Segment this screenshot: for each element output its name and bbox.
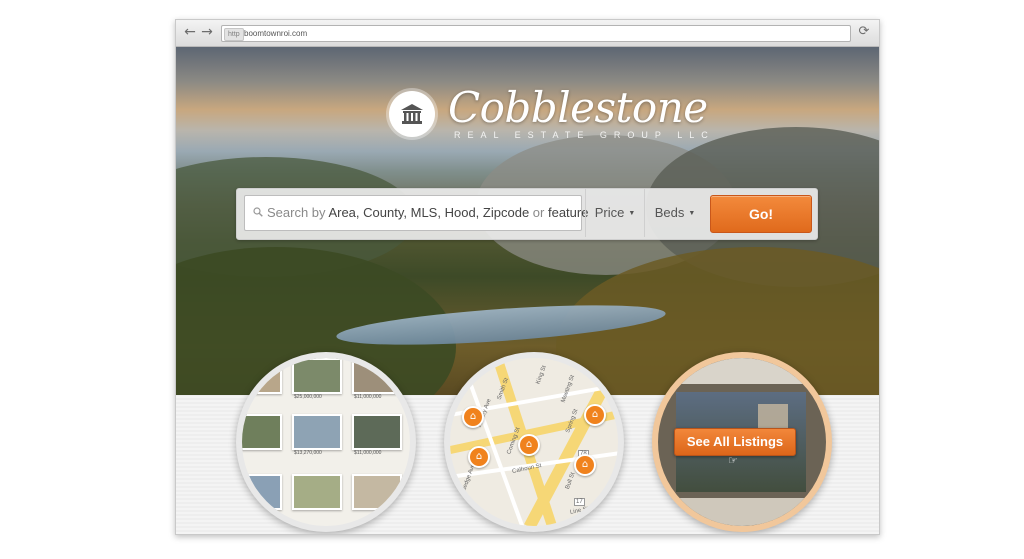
street-label: Line St	[569, 506, 590, 516]
hero-banner: Cobblestone REAL ESTATE GROUP LLC Search…	[176, 47, 879, 395]
brand-name[interactable]: Cobblestone	[448, 85, 708, 131]
listing-thumbnail	[242, 414, 282, 450]
listing-thumbnail	[352, 414, 402, 450]
highway-shield: 17	[574, 498, 585, 506]
listing-price: $11,000,000	[354, 394, 382, 400]
listing-thumbnail	[242, 474, 282, 510]
brand-subtitle: REAL ESTATE GROUP LLC	[454, 130, 715, 140]
go-button[interactable]: Go!	[710, 195, 812, 233]
reload-icon[interactable]: ⟳	[856, 24, 872, 40]
listing-thumbnail	[242, 358, 282, 394]
listing-thumbnail	[292, 358, 342, 394]
listing-page-footer	[658, 498, 826, 526]
search-placeholder: Search by Area, County, MLS, Hood, Zipco…	[267, 205, 588, 221]
home-pin-icon[interactable]: ⌂	[518, 434, 540, 456]
home-pin-icon[interactable]: ⌂	[468, 446, 490, 468]
beds-dropdown[interactable]: Beds ▼	[644, 189, 705, 237]
street-label: King St	[535, 364, 548, 386]
listing-price: $11,000,000	[354, 450, 382, 456]
url-text: boomtownroi.com	[244, 29, 308, 38]
search-panel: Search by Area, County, MLS, Hood, Zipco…	[236, 188, 818, 240]
price-label: Price	[594, 205, 625, 220]
listing-thumbnail	[352, 474, 402, 510]
listing-page-header	[658, 358, 826, 384]
placeholder-term-hood: Hood,	[444, 205, 480, 220]
home-pin-icon[interactable]: ⌂	[462, 406, 484, 428]
placeholder-term-feature: feature	[547, 205, 589, 220]
see-all-listings-button[interactable]: See All Listings	[674, 428, 796, 456]
bank-building-icon	[401, 104, 423, 124]
placeholder-term-area: Area,	[328, 205, 360, 220]
home-pin-icon[interactable]: ⌂	[584, 404, 606, 426]
listing-thumbnail	[292, 414, 342, 450]
chevron-down-icon: ▼	[688, 209, 696, 217]
listing-grid-preview[interactable]: $25,000,000 $11,000,000 $13,270,000 $11,…	[236, 352, 416, 532]
placeholder-or: or	[532, 205, 545, 220]
listing-thumbnail	[292, 474, 342, 510]
search-input[interactable]: Search by Area, County, MLS, Hood, Zipco…	[244, 195, 588, 231]
chevron-down-icon: ▼	[628, 209, 636, 217]
listing-thumbnail	[352, 358, 402, 394]
listing-price: $25,000,000	[294, 394, 322, 400]
placeholder-term-county: County,	[363, 205, 407, 220]
browser-toolbar: ← → http boomtownroi.com ⟳	[176, 20, 879, 47]
price-dropdown[interactable]: Price ▼	[585, 189, 644, 237]
browser-window: ← → http boomtownroi.com ⟳ Cobblestone R…	[175, 19, 880, 535]
placeholder-term-mls: MLS,	[410, 205, 441, 220]
hand-cursor-icon: ☞	[728, 454, 738, 467]
map-preview[interactable]: King St Rutledge Ave Meeting St Ashley A…	[444, 352, 624, 532]
placeholder-prefix: Search by	[267, 205, 326, 220]
home-pin-icon[interactable]: ⌂	[574, 454, 596, 476]
placeholder-term-zipcode: Zipcode	[482, 205, 530, 220]
url-protocol: http	[224, 28, 244, 41]
arrow-right-icon[interactable]: →	[200, 25, 214, 39]
logo-badge[interactable]	[389, 91, 435, 137]
street-label: Rutledge Ave	[458, 463, 477, 499]
address-bar[interactable]: http boomtownroi.com	[221, 25, 851, 42]
search-icon	[253, 207, 263, 217]
street-label: Meeting St	[560, 374, 577, 404]
arrow-left-icon[interactable]: ←	[183, 25, 197, 39]
listings-preview[interactable]: See All Listings ☞	[652, 352, 832, 532]
listing-price: $13,270,000	[294, 450, 322, 456]
street-label: Bull St	[564, 471, 577, 491]
beds-label: Beds	[654, 205, 685, 220]
